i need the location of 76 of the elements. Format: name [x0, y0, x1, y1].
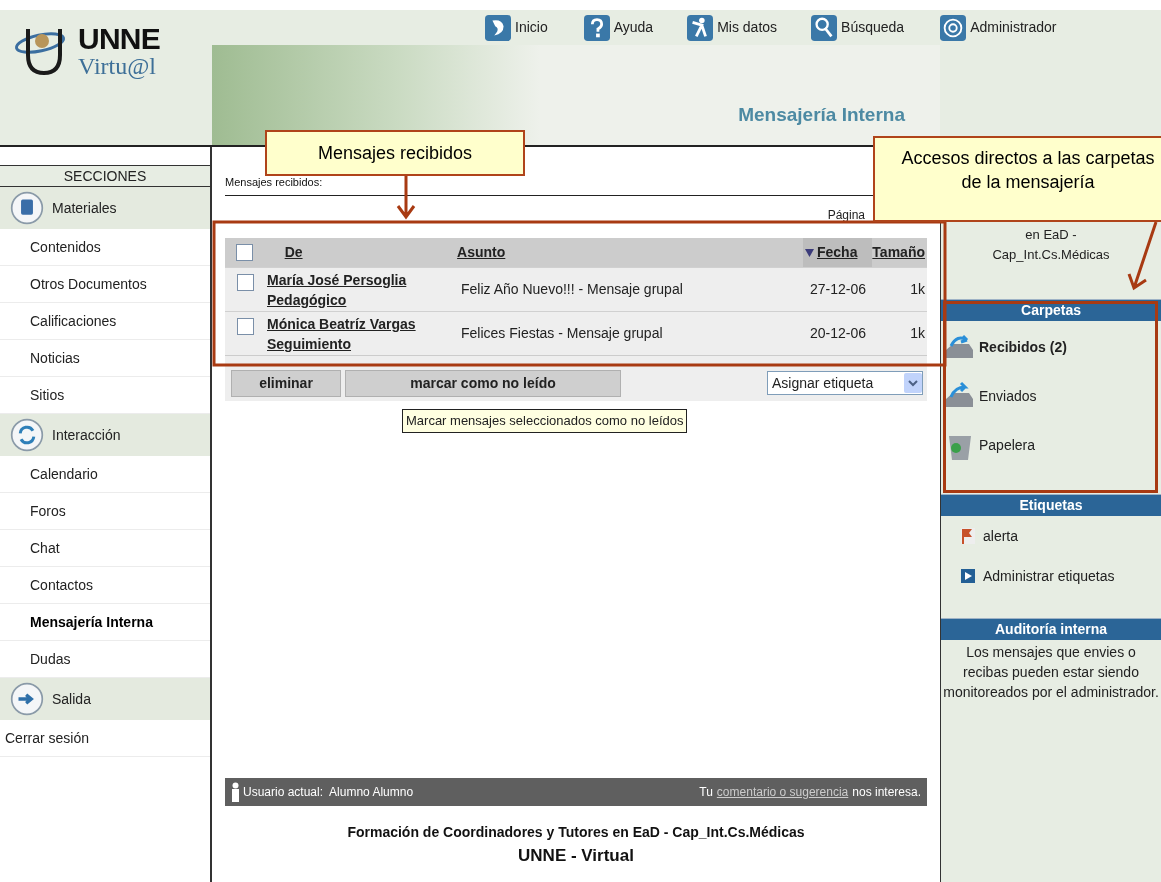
- search-icon: [811, 14, 838, 41]
- course-name: Formación de Coordinadores y Tutores en EaD - Cap_Int.Cs.Médicas: [347, 822, 805, 842]
- dropdown-caret-icon: [904, 373, 922, 393]
- sidebar-link[interactable]: Cerrar sesión: [0, 720, 210, 757]
- current-user-label: Usuario actual:: [243, 783, 324, 801]
- flag-icon: [961, 528, 975, 544]
- sender-link[interactable]: Mónica Beatríz Vargas: [267, 313, 457, 334]
- callout: Accesos directos a las carpetas de la mensajería: [873, 136, 1161, 222]
- message-subject: Felices Fiestas - Mensaje grupal: [461, 325, 663, 341]
- label-link[interactable]: alerta: [941, 516, 1161, 556]
- action-button[interactable]: eliminar: [231, 369, 341, 397]
- sidebar-link[interactable]: Chat: [0, 530, 210, 567]
- sender-group-link[interactable]: Pedagógico: [267, 289, 347, 310]
- user-icon: [231, 781, 240, 802]
- sidebar-link[interactable]: Foros: [0, 493, 210, 530]
- checkbox[interactable]: [236, 274, 254, 291]
- panel-header: Auditoría interna: [941, 618, 1161, 640]
- sender-link[interactable]: María José Persoglia: [267, 269, 457, 290]
- play-icon: [961, 569, 975, 583]
- callout-arrow: [396, 174, 416, 220]
- section-heading: Mensajes recibidos:: [225, 176, 323, 188]
- course-name-line: en EaD -: [1025, 226, 1077, 244]
- callout: Mensajes recibidos: [265, 130, 525, 176]
- help-icon: [583, 14, 610, 41]
- logo-wordmark: UNNE: [78, 24, 160, 54]
- column-header[interactable]: De: [284, 242, 303, 263]
- message-size: 1k: [910, 280, 925, 299]
- sort-down-icon: [804, 248, 814, 257]
- sidebar-section[interactable]: Salida: [0, 678, 210, 720]
- sidebar-link[interactable]: Otros Documentos: [0, 266, 210, 303]
- logo-subtitle: Virtu@l: [78, 54, 157, 78]
- label-link[interactable]: Administrar etiquetas: [941, 556, 1161, 596]
- column-header[interactable]: Tamaño: [872, 242, 925, 263]
- nav-link[interactable]: Inicio: [485, 14, 548, 41]
- tooltip: Marcar mensajes seleccionados como no leídos: [402, 409, 688, 433]
- course-name-line: Cap_Int.Cs.Médicas: [992, 246, 1110, 264]
- site-name: UNNE - Virtual: [518, 844, 634, 867]
- checkbox[interactable]: [236, 318, 254, 335]
- message-date: 20-12-06: [810, 325, 867, 341]
- sidebar-link[interactable]: Contenidos: [0, 229, 210, 266]
- nav-link[interactable]: Ayuda: [583, 14, 654, 41]
- pager-label: Página: [827, 207, 865, 224]
- label-dropdown[interactable]: Asignar etiqueta: [767, 371, 923, 395]
- message-date: 27-12-06: [810, 281, 867, 297]
- feedback-text: nos interesa.: [852, 783, 921, 801]
- checkbox[interactable]: [236, 244, 254, 261]
- home-icon: [485, 14, 511, 41]
- refresh-icon: [10, 418, 44, 452]
- nav-link[interactable]: Búsqueda: [811, 14, 905, 41]
- sidebar-heading: SECCIONES: [0, 165, 210, 187]
- panel-header: Etiquetas: [941, 494, 1161, 516]
- folder-link[interactable]: Enviados: [941, 372, 1161, 421]
- sidebar-link[interactable]: Contactos: [0, 567, 210, 604]
- current-user-name: Alumno Alumno: [329, 783, 414, 801]
- sidebar-link[interactable]: Mensajería Interna: [0, 604, 210, 641]
- folder-link[interactable]: Recibidos (2): [941, 323, 1161, 372]
- folder-link[interactable]: Papelera: [941, 421, 1161, 470]
- document-icon: [10, 191, 44, 225]
- column-header[interactable]: Asunto: [457, 242, 506, 263]
- audit-notice: Los mensajes que envies o recibas pueden estar siendo monitoreados por el administrador.: [942, 643, 1160, 702]
- feedback-text: Tu: [699, 783, 713, 801]
- callout-arrow: [1126, 222, 1160, 292]
- action-button[interactable]: marcar como no leído: [345, 369, 621, 397]
- message-subject: Feliz Año Nuevo!!! - Mensaje grupal: [461, 281, 683, 297]
- nav-link[interactable]: Administrador: [940, 14, 1057, 41]
- sidebar-link[interactable]: Calificaciones: [0, 303, 210, 340]
- message-size: 1k: [910, 324, 925, 343]
- nav-link[interactable]: Mis datos: [687, 14, 778, 41]
- sidebar-link[interactable]: Calendario: [0, 456, 210, 493]
- page-title: Mensajería Interna: [738, 102, 905, 127]
- person-icon: [687, 14, 714, 41]
- sidebar-link[interactable]: Noticias: [0, 340, 210, 377]
- sidebar-section[interactable]: Materiales: [0, 187, 210, 229]
- feedback-link[interactable]: comentario o sugerencia: [716, 782, 849, 801]
- sender-group-link[interactable]: Seguimiento: [267, 333, 351, 354]
- sidebar-section[interactable]: Interacción: [0, 414, 210, 456]
